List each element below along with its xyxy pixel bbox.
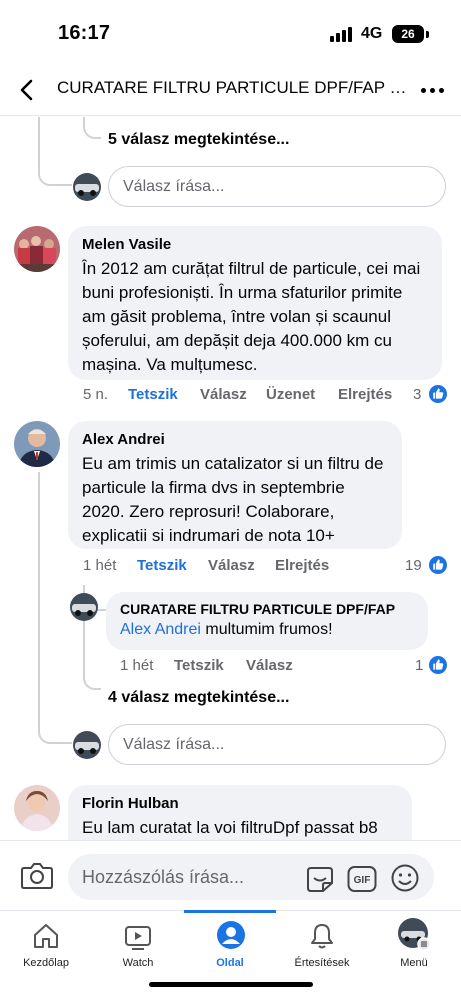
reply-button[interactable]: Válasz	[246, 657, 293, 674]
thread-line	[38, 472, 40, 732]
home-icon	[34, 924, 58, 948]
mention-link[interactable]: Alex Andrei	[120, 621, 201, 638]
page-icon	[217, 921, 245, 949]
sticker-icon[interactable]	[305, 865, 335, 898]
avatar	[14, 226, 60, 272]
status-time: 16:17	[58, 22, 111, 44]
tab-menu[interactable]: Menü	[368, 911, 460, 981]
reply-actions: 1 hét Tetszik Válasz	[120, 657, 420, 677]
status-bar: 16:17 4G 26	[0, 0, 461, 60]
like-button[interactable]: Tetszik	[137, 557, 187, 574]
page-avatar	[70, 593, 98, 621]
menu-icon	[398, 918, 431, 951]
tab-watch[interactable]: Watch	[92, 911, 184, 981]
comment-time: 5 n.	[83, 386, 109, 403]
like-button[interactable]: Tetszik	[174, 657, 224, 674]
gif-label: GIF	[354, 875, 371, 886]
reaction-count[interactable]: 3	[413, 386, 421, 403]
comment-text: În 2012 am curățat filtrul de particule,…	[82, 259, 421, 374]
view-replies-link[interactable]: 5 válasz megtekintése...	[108, 131, 289, 149]
page-title: CURATARE FILTRU PARTICULE DPF/FAP be...	[57, 78, 407, 97]
nav-header: CURATARE FILTRU PARTICULE DPF/FAP be...	[0, 62, 461, 116]
camera-icon[interactable]	[20, 861, 54, 891]
reply-button[interactable]: Válasz	[208, 557, 255, 574]
network-type: 4G	[361, 25, 383, 42]
tab-label: Kezdőlap	[23, 957, 69, 969]
reply-text: Alex Andrei multumim frumos!	[120, 619, 414, 641]
thread-curve	[38, 160, 72, 186]
tab-home[interactable]: Kezdőlap	[0, 911, 92, 981]
like-button[interactable]: Tetszik	[128, 386, 178, 403]
comment-actions: 5 n. Tetszik Válasz Üzenet Elrejtés	[83, 386, 443, 406]
message-button[interactable]: Üzenet	[266, 386, 315, 403]
thread-curve	[38, 712, 72, 744]
thread-curve	[83, 117, 101, 139]
tab-label: Oldal	[216, 957, 244, 969]
like-reaction-icon	[428, 555, 448, 575]
battery-tip	[426, 31, 429, 38]
reply-message: multumim frumos!	[200, 621, 333, 638]
comment-time: 1 hét	[83, 557, 117, 574]
reply-input[interactable]: Válasz írása...	[108, 724, 446, 765]
tab-label: Értesítések	[294, 957, 350, 969]
tab-label: Menü	[400, 957, 428, 969]
signal-icon	[330, 26, 352, 42]
reply-button[interactable]: Válasz	[200, 386, 247, 403]
more-options-icon[interactable]	[420, 80, 446, 100]
thread-curve	[83, 668, 101, 690]
comment-actions: 1 hét Tetszik Válasz Elrejtés	[83, 557, 443, 577]
watch-icon	[125, 926, 151, 950]
bell-icon	[311, 924, 333, 949]
like-reaction-icon	[428, 384, 448, 404]
comment-composer: Hozzászólás írása... GIF	[0, 840, 461, 910]
tab-page[interactable]: Oldal	[184, 911, 276, 981]
avatar	[14, 785, 60, 831]
comment-bubble: Melen Vasile În 2012 am curățat filtrul …	[68, 226, 442, 380]
view-replies-link[interactable]: 4 válasz megtekintése...	[108, 689, 289, 707]
comment-input[interactable]: Hozzászólás írása...	[68, 854, 434, 900]
emoji-icon[interactable]	[390, 863, 420, 898]
comment-author[interactable]: Melen Vasile	[82, 236, 428, 253]
home-indicator	[149, 982, 313, 987]
like-reaction-icon	[428, 655, 448, 675]
reply-bubble: CURATARE FILTRU PARTICULE DPF/FAP Alex A…	[106, 592, 428, 650]
reply-author[interactable]: CURATARE FILTRU PARTICULE DPF/FAP	[120, 601, 414, 617]
avatar	[73, 173, 101, 201]
tab-notifications[interactable]: Értesítések	[276, 911, 368, 981]
hide-button[interactable]: Elrejtés	[275, 557, 329, 574]
reaction-count[interactable]: 1	[415, 657, 423, 674]
tab-label: Watch	[122, 957, 154, 969]
avatar	[73, 731, 101, 759]
reaction-count[interactable]: 19	[405, 557, 422, 574]
gif-icon[interactable]: GIF	[347, 865, 377, 898]
reply-time: 1 hét	[120, 657, 154, 674]
comment-author[interactable]: Alex Andrei	[82, 431, 388, 448]
comment-text: Eu am trimis un catalizator si un filtru…	[82, 454, 384, 545]
avatar	[14, 421, 60, 467]
comment-author[interactable]: Florin Hulban	[82, 795, 398, 812]
reply-input[interactable]: Válasz írása...	[108, 166, 446, 207]
comment-bubble: Alex Andrei Eu am trimis un catalizator …	[68, 421, 402, 549]
battery-icon: 26	[392, 25, 424, 43]
hide-button[interactable]: Elrejtés	[338, 386, 392, 403]
back-icon[interactable]	[14, 76, 42, 104]
